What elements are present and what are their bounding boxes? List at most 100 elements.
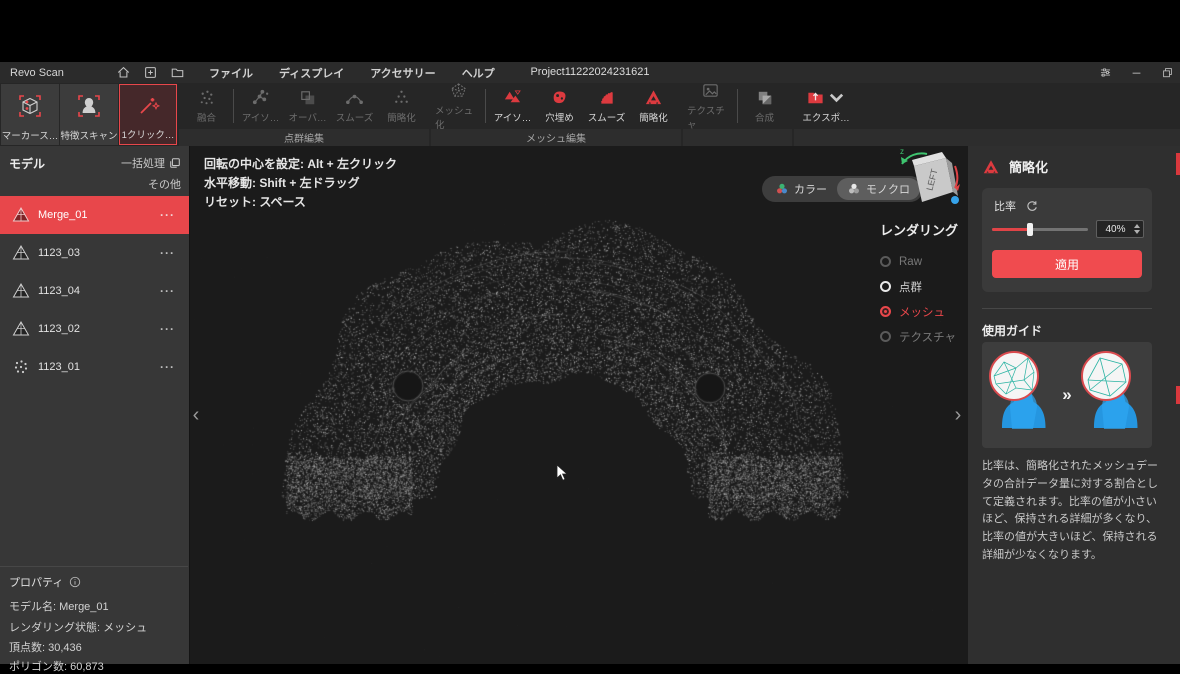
tool-smooth-points: スムーズ [331,88,378,124]
minimize-icon[interactable] [1130,66,1143,79]
simplify-header: 簡略化 [982,157,1048,176]
rendering-panel: レンダリング Raw 点群 メッシュ テクスチャ [880,220,966,349]
properties-divider [0,566,188,567]
fusion-icon [197,88,216,107]
menu-accessory[interactable]: アクセサリー [370,65,435,81]
simplify-panel: 簡略化 比率 40% 適用 使用ガイド » [968,146,1180,664]
tool-meshing: メッシュ化 [435,81,482,131]
model-name: 1123_02 [38,323,80,335]
mesh-model-icon [12,282,30,300]
ratio-slider[interactable] [992,228,1088,231]
point-cloud-render[interactable] [190,146,968,664]
batch-process-button[interactable]: 一括処理 [121,155,181,171]
app-name: Revo Scan [10,67,110,79]
tool-smooth-mesh[interactable]: スムーズ [583,88,630,124]
toolbar-separator [485,89,486,123]
ratio-slider-handle[interactable] [1027,223,1033,236]
tool-isolated-mesh[interactable]: アイソ… [489,88,536,124]
tool-export[interactable]: エクスポ… [798,88,854,124]
mesh-edit-caption: メッシュ編集 [431,129,681,146]
point-edit-caption: 点群編集 [179,129,429,146]
others-button[interactable]: その他 [148,176,181,192]
model-row-1123-04[interactable]: 1123_04 ··· [0,272,189,310]
model-row-1123-02[interactable]: 1123_02 ··· [0,310,189,348]
menu-help[interactable]: ヘルプ [462,65,495,81]
ratio-value-box[interactable]: 40% [1096,220,1144,238]
tool-hole-filling[interactable]: 穴埋め [536,88,583,124]
ratio-label: 比率 [994,198,1016,214]
restore-icon[interactable] [1161,66,1174,79]
row-more-button[interactable]: ··· [160,360,175,374]
one-click-label: 1クリック… [122,127,175,141]
3d-viewport[interactable]: 回転の中心を設定: Alt + 左クリック 水平移動: Shift + 左ドラッ… [190,146,968,664]
row-more-button[interactable]: ··· [160,246,175,260]
model-row-1123-01[interactable]: 1123_01 ··· [0,348,189,386]
feature-scan-tab[interactable]: 特徴スキャン [60,84,118,145]
hole-filling-icon [550,88,569,107]
render-option-mesh[interactable]: メッシュ [880,299,966,324]
overlap-icon [298,88,317,107]
row-more-button[interactable]: ··· [160,284,175,298]
isolated-points-icon [251,88,270,107]
hint-reset: リセット: スペース [204,193,397,212]
simplify-title: 簡略化 [1009,157,1048,176]
settings-sliders-icon[interactable] [1099,66,1112,79]
mesh-edit-group: メッシュ化 アイソ… 穴埋め スムーズ 簡略化 メッシュ編集 [431,83,681,146]
prop-polygon-count: ポリゴン数: 60,873 [9,658,104,674]
ratio-slider-fill [992,228,1030,231]
smooth-points-icon [345,88,364,107]
guide-title: 使用ガイド [982,322,1042,339]
bust-after-image [1076,346,1150,444]
model-row-1123-03[interactable]: 1123_03 ··· [0,234,189,272]
radio-icon [880,306,891,317]
collapse-left-panel-chevron[interactable]: ‹ [190,404,202,426]
reset-icon[interactable] [1026,200,1038,212]
one-click-tab[interactable]: 1クリック… [119,84,177,145]
properties-title: プロパティ [9,574,81,590]
ratio-stepper[interactable] [1134,224,1140,234]
row-more-button[interactable]: ··· [160,322,175,336]
collapse-right-panel-chevron[interactable]: › [952,404,964,426]
guide-arrows: » [1062,385,1071,405]
model-name: 1123_01 [38,361,80,373]
radio-icon [880,331,891,342]
tool-fusion: 融合 [183,88,230,124]
mono-icon [847,182,861,196]
tool-isolated-points: アイソ… [237,88,284,124]
export-icon [806,88,825,107]
feature-scan-label: 特徴スキャン [60,128,117,142]
pointcloud-model-icon [12,358,30,376]
menu-display[interactable]: ディスプレイ [279,65,344,81]
open-folder-icon[interactable] [170,65,185,80]
point-edit-group: 融合 アイソ… オーバ… スムーズ 簡略化 点群編集 [179,83,429,146]
simplify-mesh-icon [644,88,663,107]
tool-simplify-mesh[interactable]: 簡略化 [630,88,677,124]
radio-icon [880,256,891,267]
texture-caption [683,129,792,146]
batch-icon [169,157,181,169]
model-row-merge-01[interactable]: Merge_01 ··· [0,196,189,234]
viewport-hints: 回転の中心を設定: Alt + 左クリック 水平移動: Shift + 左ドラッ… [204,155,397,212]
meshing-icon [449,81,468,100]
render-option-texture: テクスチャ [880,324,966,349]
toolbar: マーカース… 特徴スキャン 1クリック… 融合 アイソ… [0,83,1180,146]
menubar: ファイル ディスプレイ アクセサリー ヘルプ [209,65,495,81]
mesh-model-icon [12,206,30,224]
row-more-button[interactable]: ··· [160,208,175,222]
composite-icon [755,88,774,107]
menu-file[interactable]: ファイル [209,65,253,81]
revo-scan-screen: { "titlebar": { "app_name": "Revo Scan",… [0,0,1180,664]
export-group: エクスポ… [794,83,858,146]
navigation-cube[interactable]: LEFT z [896,146,968,216]
render-option-pointcloud[interactable]: 点群 [880,274,966,299]
home-icon[interactable] [116,65,131,80]
right-edge-accent [1176,153,1180,175]
tool-composite: 合成 [741,88,788,124]
prop-render-state: レンダリング状態: メッシュ [9,619,147,635]
marker-scan-tab[interactable]: マーカース… [1,84,59,145]
new-project-icon[interactable] [143,65,158,80]
info-icon[interactable] [69,576,81,588]
color-toggle[interactable]: カラー [765,178,837,200]
apply-button[interactable]: 適用 [992,250,1142,278]
window-controls [1099,62,1174,83]
